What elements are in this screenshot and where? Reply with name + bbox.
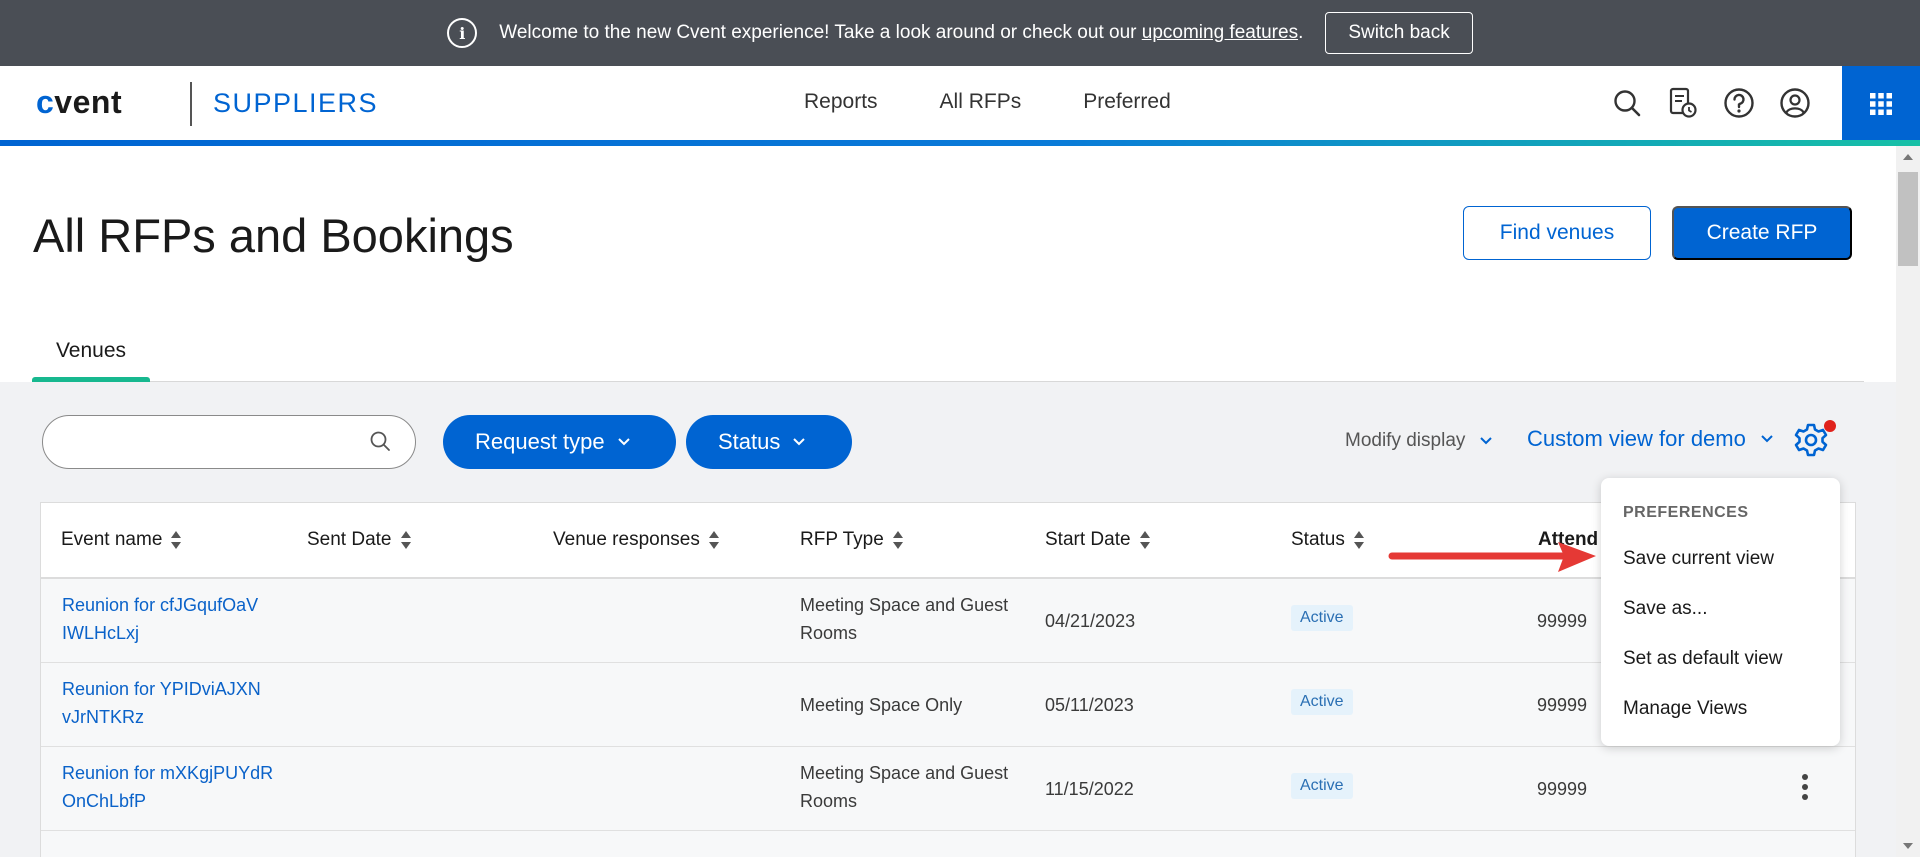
event-name-link[interactable]: Reunion for mXKgjPUYdR OnChLbfP [62, 759, 292, 815]
status-badge: Active [1291, 605, 1353, 631]
start-date: 11/15/2022 [1045, 779, 1134, 799]
attendees: 99999 [1537, 611, 1588, 631]
col-sent-date[interactable]: Sent Date [307, 529, 412, 551]
scroll-up-icon[interactable] [1903, 154, 1913, 160]
scroll-down-icon[interactable] [1903, 843, 1913, 849]
table-row[interactable] [41, 831, 1855, 857]
preferences-menu: PREFERENCES Save current view Save as...… [1601, 478, 1840, 746]
chevron-down-icon [617, 438, 630, 446]
row-actions-button[interactable] [1801, 773, 1809, 806]
chevron-down-icon [793, 438, 806, 446]
rfp-type: Meeting Space and Guest Rooms [800, 763, 1009, 811]
col-status[interactable]: Status [1291, 529, 1365, 551]
request-type-filter[interactable]: Request type [443, 415, 676, 469]
rfp-history-icon[interactable] [1666, 86, 1700, 120]
menu-heading: PREFERENCES [1623, 504, 1749, 521]
sort-icon [1139, 530, 1151, 550]
search-field [42, 415, 416, 469]
sort-icon [708, 530, 720, 550]
tab-venues[interactable]: Venues [32, 320, 150, 382]
modify-display-dropdown[interactable]: Modify display [1345, 430, 1493, 452]
view-selector-dropdown[interactable]: Custom view for demo [1527, 426, 1774, 452]
view-preferences-button[interactable] [1793, 420, 1836, 463]
nav-reports[interactable]: Reports [804, 90, 878, 114]
col-event-name[interactable]: Event name [61, 529, 182, 551]
menu-item-set-default-view[interactable]: Set as default view [1623, 648, 1782, 670]
sort-icon [892, 530, 904, 550]
find-venues-button[interactable]: Find venues [1463, 206, 1651, 260]
event-name-link[interactable]: Reunion for YPIDviAJXN vJrNTKRz [62, 675, 292, 731]
start-date: 05/11/2023 [1045, 695, 1134, 715]
product-name: SUPPLIERS [213, 88, 379, 118]
menu-item-save-as[interactable]: Save as... [1623, 598, 1708, 620]
announcement-banner: i Welcome to the new Cvent experience! T… [0, 0, 1920, 66]
table-row[interactable]: Reunion for cfJGqufOaV IWLHcLxj Meeting S… [41, 579, 1855, 663]
start-date: 04/21/2023 [1045, 611, 1136, 631]
attendees: 99999 [1537, 779, 1588, 799]
grid-apps-icon [1870, 93, 1892, 115]
kebab-menu-icon [1802, 774, 1808, 800]
top-header: cvent SUPPLIERS Reports All RFPs Preferr… [0, 66, 1920, 142]
rfp-type: Meeting Space Only [800, 695, 963, 715]
table-row[interactable]: Reunion for YPIDviAJXN vJrNTKRz Meeting S… [41, 663, 1855, 747]
search-input[interactable] [63, 416, 363, 466]
notification-dot [1824, 420, 1836, 432]
sort-icon [400, 530, 412, 550]
app-switcher-button[interactable] [1842, 66, 1920, 142]
sort-icon [170, 530, 182, 550]
info-icon: i [447, 18, 478, 48]
col-start-date[interactable]: Start Date [1045, 529, 1151, 551]
scroll-thumb[interactable] [1898, 172, 1918, 266]
page-scrollbar[interactable] [1896, 146, 1920, 857]
status-filter[interactable]: Status [686, 415, 852, 469]
chevron-down-icon [1761, 435, 1773, 443]
search-icon[interactable] [1610, 86, 1644, 120]
cvent-logo[interactable]: cvent [36, 84, 122, 121]
menu-item-manage-views[interactable]: Manage Views [1623, 698, 1747, 720]
page-title: All RFPs and Bookings [33, 209, 514, 262]
tab-bar: Venues [32, 320, 1864, 382]
rfp-type: Meeting Space and Guest Rooms [800, 595, 1009, 643]
col-rfp-type[interactable]: RFP Type [800, 529, 904, 551]
switch-back-button[interactable]: Switch back [1325, 12, 1473, 54]
banner-message: Welcome to the new Cvent experience! Tak… [499, 22, 1304, 43]
col-venue-responses[interactable]: Venue responses [553, 529, 720, 551]
nav-preferred[interactable]: Preferred [1083, 90, 1171, 114]
menu-item-save-current-view[interactable]: Save current view [1623, 548, 1774, 570]
search-icon[interactable] [369, 430, 391, 457]
status-badge: Active [1291, 773, 1353, 799]
upcoming-features-link[interactable]: upcoming features [1142, 22, 1298, 43]
header-gradient-bar [0, 140, 1920, 146]
nav-all-rfps[interactable]: All RFPs [940, 90, 1022, 114]
annotation-arrow [1388, 542, 1596, 572]
create-rfp-button[interactable]: Create RFP [1672, 206, 1852, 260]
sort-icon [1353, 530, 1365, 550]
chevron-down-icon [1480, 437, 1493, 445]
event-name-link[interactable]: Reunion for cfJGqufOaV IWLHcLxj [62, 591, 292, 647]
main-nav: Reports All RFPs Preferred [804, 90, 1171, 114]
header-icons [1610, 86, 1812, 120]
help-icon[interactable] [1722, 86, 1756, 120]
status-badge: Active [1291, 689, 1353, 715]
table-row[interactable]: Reunion for mXKgjPUYdR OnChLbfP Meeting S… [41, 747, 1855, 831]
user-profile-icon[interactable] [1778, 86, 1812, 120]
attendees: 99999 [1537, 695, 1588, 715]
logo-divider [190, 82, 192, 126]
